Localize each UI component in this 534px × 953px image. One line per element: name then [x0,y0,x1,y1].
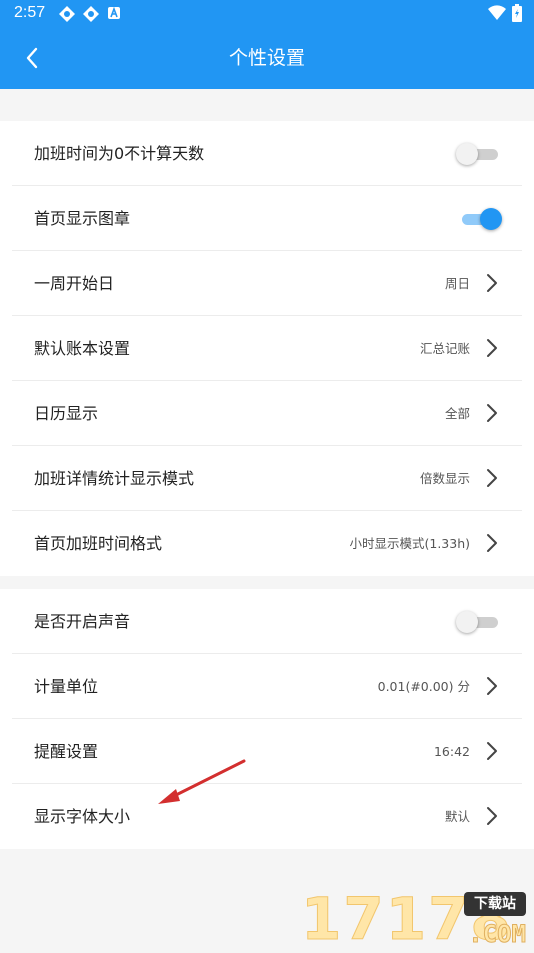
settings-row[interactable]: 加班详情统计显示模式 倍数显示 [0,446,534,511]
battery-icon [512,4,522,26]
settings-row-value: 汇总记账 [419,341,470,356]
settings-row-label: 加班时间为0不计算天数 [34,144,205,163]
notification-a-icon [106,5,122,27]
settings-row-label: 显示字体大小 [34,807,131,826]
system-icons [488,4,522,26]
notification-app-icon [82,5,100,27]
wifi-icon [488,5,506,25]
settings-row[interactable]: 日历显示 全部 [0,381,534,446]
settings-row[interactable]: 提醒设置 16:42 [0,719,534,784]
settings-row-label: 日历显示 [34,404,99,423]
settings-row-value: 全部 [444,406,470,421]
toggle-knob [456,611,478,633]
settings-row-label: 加班详情统计显示模式 [34,469,195,488]
page-title: 个性设置 [228,47,305,69]
chevron-right-icon [486,806,498,826]
chevron-right-icon [486,741,498,761]
toggle-switch[interactable] [456,610,498,634]
settings-row[interactable]: 加班时间为0不计算天数 [0,121,534,186]
watermark-suffix: .COM [468,920,527,949]
annotation-arrow [158,759,246,804]
settings-row-label: 一周开始日 [34,274,115,293]
chevron-right-icon [486,403,498,423]
chevron-right-icon [486,676,498,696]
chevron-right-icon [486,338,498,358]
toggle-knob [480,208,502,230]
settings-row[interactable]: 计量单位 0.01(#0.00) 分 [0,654,534,719]
settings-row-label: 首页加班时间格式 [34,534,163,553]
settings-row[interactable]: 首页加班时间格式 小时显示模式(1.33h) [0,511,534,576]
notification-app-icon [58,5,76,27]
settings-row[interactable]: 是否开启声音 [0,589,534,654]
chevron-right-icon [486,468,498,488]
app-bar: 个性设置 [0,27,534,89]
notification-icons [58,5,122,27]
toggle-knob [456,143,478,165]
settings-row-value: 周日 [444,276,470,291]
chevron-right-icon [486,273,498,293]
settings-row-value: 0.01(#0.00) 分 [377,679,470,694]
settings-row-label: 默认账本设置 [34,339,131,358]
settings-row-value: 倍数显示 [419,471,470,486]
status-time: 2:57 [14,4,46,21]
settings-row[interactable]: 默认账本设置 汇总记账 [0,316,534,381]
settings-row[interactable]: 一周开始日 周日 [0,251,534,316]
toggle-switch[interactable] [456,142,498,166]
settings-row-value: 16:42 [433,744,470,759]
settings-row-label: 提醒设置 [34,742,99,761]
watermark-logo: 17178 下载站 .COM [301,888,527,951]
settings-row-label: 计量单位 [34,677,99,696]
settings-section-general: 加班时间为0不计算天数 首页显示图章 一周开始日 周日默认账本设置 汇总记账日历显示 全部… [0,121,534,576]
settings-section-other: 是否开启声音 计量单位 0.01(#0.00) 分提醒设置 16:42 显示字体大小 默认 [0,589,534,849]
settings-row[interactable]: 首页显示图章 [0,186,534,251]
toggle-switch[interactable] [462,207,502,231]
settings-row-value: 小时显示模式(1.33h) [349,536,470,551]
chevron-right-icon [486,533,498,553]
settings-row-value: 默认 [444,809,470,824]
status-bar: 2:57 [0,0,534,27]
settings-row-label: 首页显示图章 [34,209,131,228]
settings-row-label: 是否开启声音 [34,612,131,631]
watermark-badge: 下载站 [464,892,526,916]
settings-row[interactable]: 显示字体大小 默认 [0,784,534,849]
